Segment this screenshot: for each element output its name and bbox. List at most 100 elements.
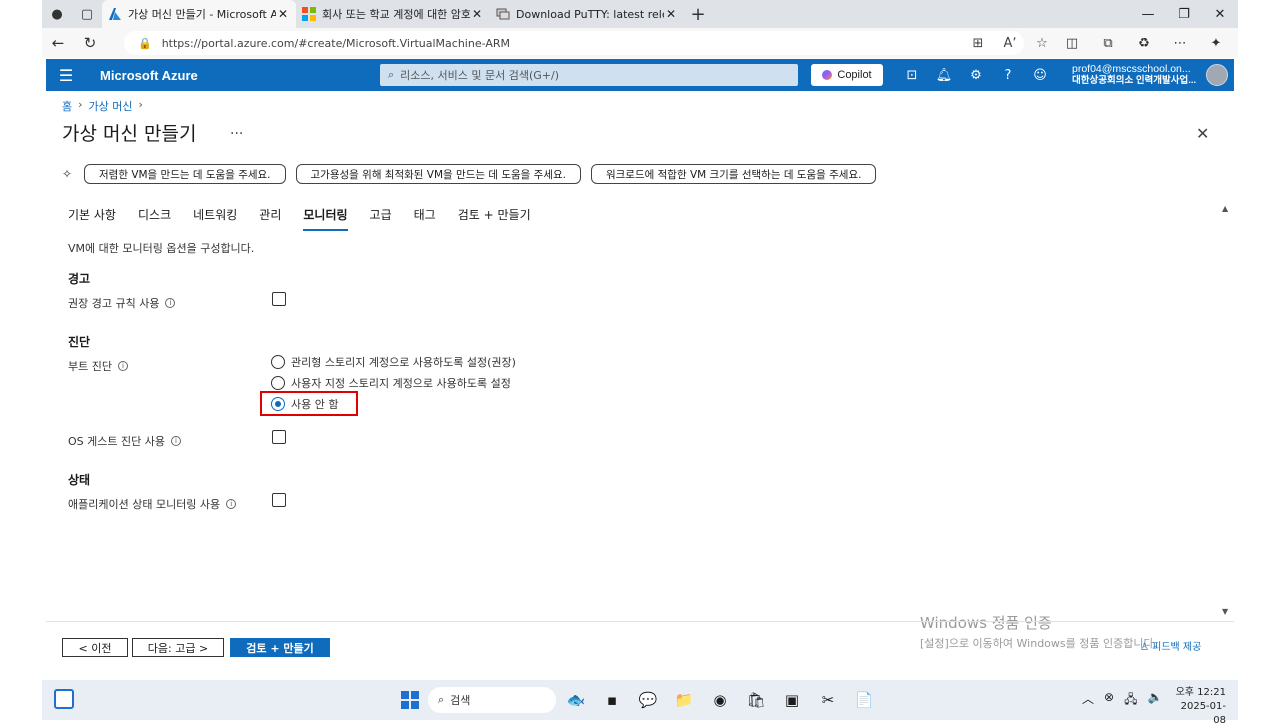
search-icon: ⌕ <box>438 693 445 706</box>
scroll-up-icon[interactable]: ▲ <box>1222 204 1228 213</box>
tray-expand-icon[interactable]: ︿ <box>1082 690 1094 711</box>
refresh-icon[interactable]: ↻ <box>74 34 106 52</box>
boot-option-custom[interactable]: 사용자 지정 스토리지 계정으로 사용하도록 설정 <box>271 375 511 391</box>
breadcrumb-home[interactable]: 홈 <box>62 98 72 114</box>
restore-icon[interactable]: ❐ <box>1166 0 1202 28</box>
close-tab-icon[interactable]: ✕ <box>664 7 678 21</box>
widgets-icon[interactable] <box>54 689 74 709</box>
tab-label: 가상 머신 만들기 - Microsoft Azure <box>128 8 276 21</box>
start-windows-icon[interactable] <box>396 686 424 714</box>
boot-option-managed[interactable]: 관리형 스토리지 계정으로 사용하도록 설정(권장) <box>271 354 516 370</box>
search-icon: ⌕ <box>388 68 395 81</box>
app-health-label: 애플리케이션 상태 모니터링 사용 i <box>68 496 237 512</box>
more-options-icon[interactable]: ... <box>230 122 243 138</box>
tab-basics[interactable]: 기본 사항 <box>68 206 116 231</box>
left-margin <box>0 0 42 720</box>
copilot-taskbar-icon[interactable]: 🐟 <box>560 686 592 714</box>
breadcrumb-separator-icon: › <box>138 98 143 111</box>
suggestion-high-availability[interactable]: 고가용성을 위해 최적화된 VM을 만드는 데 도움을 주세요. <box>295 164 581 184</box>
notepad-icon[interactable]: 📄 <box>848 686 880 714</box>
global-search-input[interactable]: ⌕ 리소스, 서비스 및 문서 검색(G+/) <box>380 64 798 86</box>
tab-tags[interactable]: 태그 <box>414 206 436 231</box>
search-placeholder: 리소스, 서비스 및 문서 검색(G+/) <box>400 69 560 82</box>
hamburger-menu-icon[interactable]: ☰ <box>46 66 86 85</box>
info-icon[interactable]: i <box>226 499 237 509</box>
browser-tab-azure[interactable]: 가상 머신 만들기 - Microsoft Azure ✕ <box>102 0 296 28</box>
tab-advanced[interactable]: 고급 <box>370 206 392 231</box>
next-button[interactable]: 다음: 고급 > <box>132 638 224 657</box>
user-org: 대한상공회의소 인력개발사업... <box>1072 75 1197 86</box>
tab-disks[interactable]: 디스크 <box>138 206 171 231</box>
app-available-icon[interactable]: ⊞ <box>962 31 994 55</box>
task-view-icon[interactable]: ▪ <box>596 686 628 714</box>
azure-favicon-icon <box>108 7 122 21</box>
back-icon[interactable]: ← <box>42 34 74 52</box>
diagnostics-heading: 진단 <box>68 335 91 349</box>
collections-icon[interactable]: ⧉ <box>1090 31 1126 55</box>
tab-networking[interactable]: 네트워킹 <box>193 206 237 231</box>
copilot-button[interactable]: Copilot <box>811 64 883 86</box>
info-icon[interactable]: i <box>117 361 128 371</box>
edge-browser-icon[interactable]: ◉ <box>704 686 736 714</box>
settings-gear-icon[interactable]: ⚙ <box>960 59 992 91</box>
store-icon[interactable]: 🛍 <box>740 686 772 714</box>
chat-icon[interactable]: 💬 <box>632 686 664 714</box>
copilot-suggestions: ✧ 저렴한 VM을 만드는 데 도움을 주세요. 고가용성을 위해 최적화된 V… <box>62 164 877 184</box>
alert-rules-checkbox[interactable] <box>272 292 286 306</box>
user-account[interactable]: prof04@mscsschool.on... 대한상공회의소 인력개발사업..… <box>1072 63 1202 87</box>
volume-icon[interactable]: 🔈 <box>1147 690 1162 711</box>
user-email: prof04@mscsschool.on... <box>1072 63 1191 75</box>
new-tab-icon[interactable]: + <box>684 4 712 25</box>
terminal-icon[interactable]: ▣ <box>776 686 808 714</box>
tab-management[interactable]: 관리 <box>259 206 281 231</box>
more-menu-icon[interactable]: ⋯ <box>1162 31 1198 55</box>
info-icon[interactable]: i <box>170 436 181 446</box>
radio-button[interactable] <box>271 355 285 369</box>
breadcrumb-vm[interactable]: 가상 머신 <box>89 98 133 114</box>
url-field[interactable]: 🔒 https://portal.azure.com/#create/Micro… <box>124 31 1024 55</box>
network-icon[interactable]: 🖧 <box>1124 690 1137 711</box>
give-feedback-link[interactable]: ♙ 피드백 제공 <box>1140 638 1201 653</box>
browser-tab-putty[interactable]: Download PuTTY: latest release (0 ✕ <box>490 0 684 28</box>
close-tab-icon[interactable]: ✕ <box>276 7 290 21</box>
suggestion-vm-size[interactable]: 워크로드에 적합한 VM 크기를 선택하는 데 도움을 주세요. <box>590 164 877 184</box>
tab-label: Download PuTTY: latest release (0 <box>516 7 664 21</box>
suggestion-cheap-vm[interactable]: 저렴한 VM을 만드는 데 도움을 주세요. <box>84 164 286 184</box>
radio-button[interactable] <box>271 376 285 390</box>
info-icon[interactable]: i <box>165 298 176 308</box>
alert-rules-text: 권장 경고 규칙 사용 <box>68 297 160 310</box>
windows-taskbar: ⌕ 검색 🐟 ▪ 💬 📁 ◉ 🛍 ▣ ✂ 📄 ︿ ⊗ 🖧 🔈 오후 12:21 … <box>42 680 1238 726</box>
close-tab-icon[interactable]: ✕ <box>470 7 484 21</box>
app-health-checkbox[interactable] <box>272 493 286 507</box>
help-icon[interactable]: ? <box>992 59 1024 91</box>
taskbar-search-input[interactable]: ⌕ 검색 <box>428 687 556 713</box>
window-controls: — ❐ ✕ <box>1130 0 1238 28</box>
feedback-icon[interactable]: ☺ <box>1024 59 1056 91</box>
read-aloud-icon[interactable]: Aʼ <box>994 31 1026 55</box>
extensions-icon[interactable]: ♻ <box>1126 31 1162 55</box>
snipping-tool-icon[interactable]: ✂ <box>812 686 844 714</box>
clock[interactable]: 오후 12:21 2025-01-08 <box>1172 686 1226 728</box>
address-icons: ⊞ Aʼ ☆ <box>962 31 1058 55</box>
split-screen-icon[interactable]: ◫ <box>1054 31 1090 55</box>
notifications-bell-icon[interactable]: 🔔︎ <box>928 59 960 91</box>
tray-app-icon[interactable]: ⊗ <box>1104 690 1114 711</box>
tab-monitoring[interactable]: 모니터링 <box>303 206 348 231</box>
minimize-icon[interactable]: — <box>1130 0 1166 28</box>
browser-tab-password[interactable]: 회사 또는 학교 계정에 대한 암호 ✕ <box>296 0 490 28</box>
previous-button[interactable]: < 이전 <box>62 638 128 657</box>
copilot-browser-icon[interactable]: ✦ <box>1198 31 1234 55</box>
guest-diagnostics-text: OS 게스트 진단 사용 <box>68 435 165 448</box>
tab-review-create[interactable]: 검토 + 만들기 <box>458 206 531 231</box>
guest-diagnostics-checkbox[interactable] <box>272 430 286 444</box>
azure-brand[interactable]: Microsoft Azure <box>100 68 230 83</box>
file-explorer-icon[interactable]: 📁 <box>668 686 700 714</box>
close-icon[interactable]: ✕ <box>1196 124 1209 143</box>
review-create-button[interactable]: 검토 + 만들기 <box>230 638 330 657</box>
cloud-shell-icon[interactable]: ⊡ <box>896 59 928 91</box>
scroll-down-icon[interactable]: ▼ <box>1222 607 1228 616</box>
profile-icon[interactable]: ● <box>42 0 72 28</box>
close-window-icon[interactable]: ✕ <box>1202 0 1238 28</box>
avatar[interactable] <box>1206 64 1228 86</box>
tab-actions-icon[interactable]: ▢ <box>72 0 102 28</box>
